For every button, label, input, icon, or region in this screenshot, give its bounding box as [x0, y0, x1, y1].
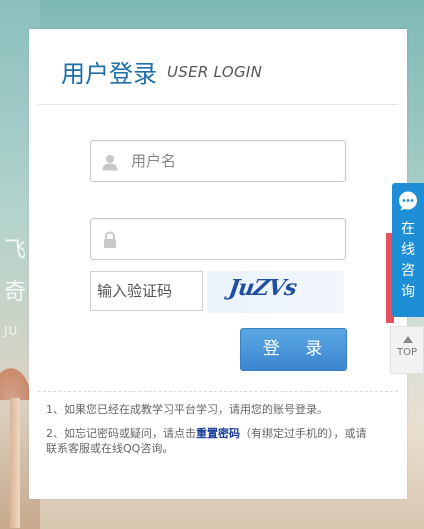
background-text: 奇	[4, 280, 27, 305]
online-consult-button[interactable]: 在线咨询	[392, 183, 424, 317]
login-button[interactable]: 登 录	[240, 328, 347, 371]
background-pillar	[10, 398, 20, 528]
arrow-up-icon	[403, 336, 413, 343]
user-icon	[102, 155, 118, 171]
login-card: 用户登录 USER LOGIN JuZVs 登 录 1、如果您已经在成教学习平台学…	[29, 29, 407, 499]
password-input[interactable]	[131, 219, 336, 259]
note-reset-prefix: 2、如忘记密码或疑问，请点击	[46, 427, 196, 440]
captcha-text: JuZVs	[227, 275, 298, 301]
help-notes: 1、如果您已经在成教学习平台学习，请用您的账号登录。 2、如忘记密码或疑问，请点…	[46, 402, 376, 465]
note-reset: 2、如忘记密码或疑问，请点击重置密码（有绑定过手机的），或请联系客服或在线QQ咨…	[46, 426, 376, 456]
title-divider	[38, 104, 398, 105]
lock-icon	[104, 231, 116, 248]
username-field	[90, 140, 346, 182]
password-field	[90, 218, 346, 260]
note-account: 1、如果您已经在成教学习平台学习，请用您的账号登录。	[46, 403, 328, 416]
chat-bubble-icon	[399, 191, 417, 211]
back-to-top-button[interactable]: TOP	[390, 326, 424, 374]
captcha-input[interactable]	[91, 272, 202, 310]
title-english: USER LOGIN	[167, 62, 263, 81]
background-text: 飞	[4, 238, 27, 263]
username-input[interactable]	[131, 141, 336, 181]
consult-label-text: 在线咨询	[401, 221, 415, 300]
title-chinese: 用户登录	[61, 60, 157, 88]
top-label: TOP	[396, 347, 417, 358]
consult-label: 在线咨询	[392, 219, 424, 303]
notes-divider	[38, 391, 398, 392]
page-title: 用户登录 USER LOGIN	[61, 54, 262, 89]
captcha-field	[90, 271, 203, 311]
captcha-image[interactable]: JuZVs	[207, 271, 344, 313]
background-text: JU	[4, 324, 19, 338]
reset-password-link[interactable]: 重置密码	[196, 427, 240, 440]
